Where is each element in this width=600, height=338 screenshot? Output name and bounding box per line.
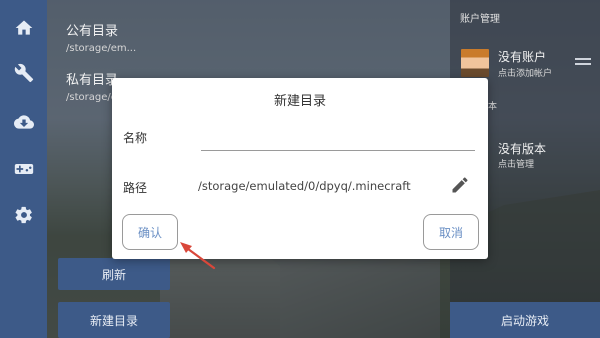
path-label: 路径: [123, 181, 148, 195]
nav-rail: [0, 0, 47, 338]
home-icon[interactable]: [0, 12, 47, 44]
edit-path-icon[interactable]: [450, 175, 470, 195]
annotation-arrow-icon: [180, 242, 216, 270]
menu-icon[interactable]: [575, 58, 591, 68]
new-directory-button[interactable]: 新建目录: [58, 302, 170, 338]
directory-path: /storage/em...: [66, 43, 137, 54]
version-header: 本: [488, 102, 498, 112]
gear-icon[interactable]: [0, 199, 47, 231]
refresh-button[interactable]: 刷新: [58, 258, 170, 290]
cancel-button[interactable]: 取消: [423, 214, 479, 250]
gamepad-icon[interactable]: [0, 153, 47, 185]
cloud-download-icon[interactable]: [0, 106, 47, 138]
new-directory-dialog: 新建目录 名称 路径 /storage/emulated/0/dpyq/.min…: [112, 78, 488, 259]
wrench-icon[interactable]: [0, 57, 47, 89]
account-header: 账户管理: [460, 14, 500, 25]
account-subtitle: 点击添加帐户: [498, 69, 553, 79]
account-name[interactable]: 没有账户: [498, 48, 546, 65]
name-input[interactable]: [201, 129, 475, 151]
dialog-title: 新建目录: [273, 94, 326, 109]
path-value: /storage/emulated/0/dpyq/.minecraft: [198, 179, 411, 193]
directory-title: 公有目录: [66, 24, 119, 39]
confirm-button[interactable]: 确认: [122, 214, 178, 250]
name-label: 名称: [123, 131, 148, 145]
version-name[interactable]: 没有版本: [498, 140, 546, 157]
account-avatar: [461, 49, 489, 77]
version-subtitle: 点击管理: [498, 160, 535, 170]
launch-game-button[interactable]: 启动游戏: [450, 302, 600, 338]
directory-item-public[interactable]: 公有目录 /storage/em...: [66, 20, 136, 54]
